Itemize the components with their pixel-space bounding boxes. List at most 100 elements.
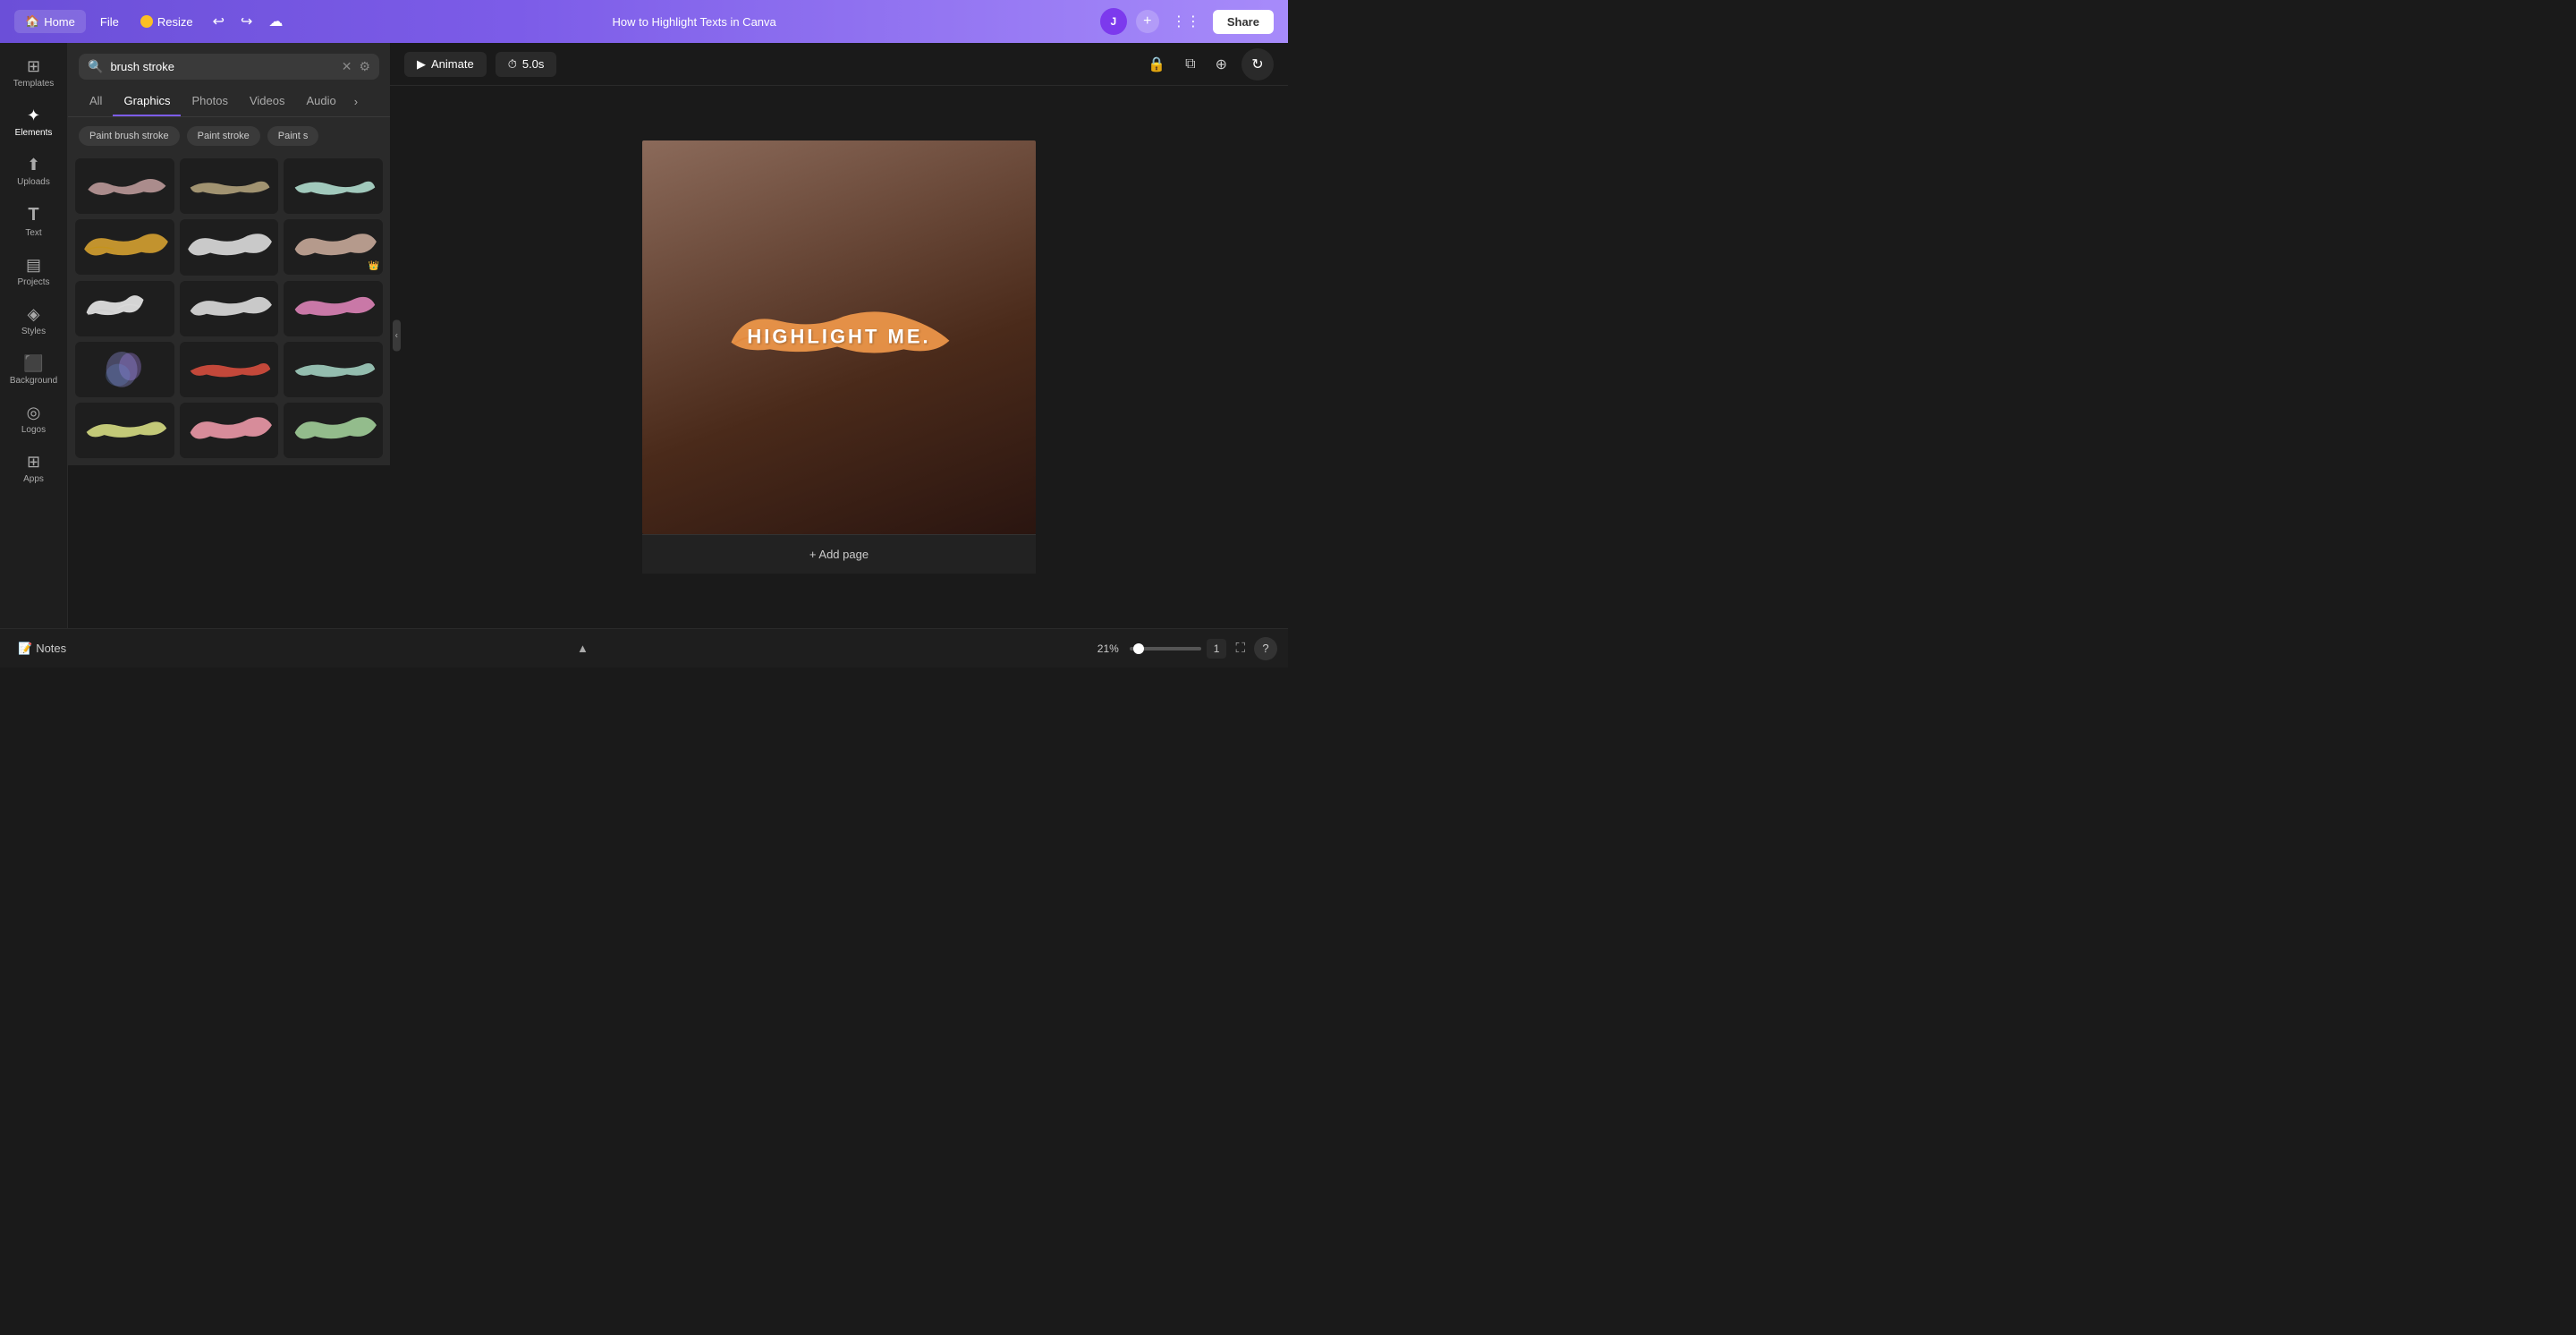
add-page-icon-button[interactable]: ⊕ <box>1210 52 1233 77</box>
sidebar-item-label: Apps <box>23 474 44 484</box>
search-input[interactable] <box>110 60 334 73</box>
background-icon: ⬛ <box>23 354 43 373</box>
brush-stroke-svg-9 <box>289 286 378 331</box>
cloud-save-button[interactable]: ☁ <box>263 9 288 34</box>
sidebar-item-text[interactable]: T Text <box>4 198 64 245</box>
avatar: J <box>1100 8 1127 35</box>
grid-item-2[interactable] <box>180 158 279 214</box>
styles-icon: ◈ <box>28 305 40 324</box>
lock-button[interactable]: 🔒 <box>1142 52 1171 77</box>
sidebar-item-label: Templates <box>13 79 55 89</box>
grid-item-7[interactable] <box>75 281 174 336</box>
canvas-toolbar-right: 🔒 ⧉ ⊕ ↻ <box>1142 48 1274 81</box>
grid-item-5[interactable] <box>180 219 279 275</box>
brush-stroke-svg-11 <box>184 353 274 386</box>
sidebar-item-projects[interactable]: ▤ Projects <box>4 249 64 294</box>
undo-redo-icons: ↩ ↪ ☁ <box>208 9 289 34</box>
invite-button[interactable]: + <box>1136 10 1159 33</box>
bottom-bar: 📝 Notes ▲ 21% 1 ⛶ ? <box>0 628 1288 668</box>
sidebar-item-background[interactable]: ⬛ Background <box>4 347 64 393</box>
home-button[interactable]: 🏠 Home <box>14 10 86 33</box>
tab-videos[interactable]: Videos <box>239 87 296 116</box>
home-label: Home <box>44 15 75 29</box>
add-page-button[interactable]: + Add page <box>642 534 1036 574</box>
share-button[interactable]: Share <box>1213 10 1274 34</box>
animate-button[interactable]: ▶ Animate <box>404 52 487 77</box>
sidebar-item-logos[interactable]: ◎ Logos <box>4 396 64 442</box>
sidebar-item-label: Uploads <box>17 177 50 187</box>
grid-item-4[interactable] <box>75 219 174 275</box>
brush-stroke-svg-15 <box>289 408 378 453</box>
tab-photos[interactable]: Photos <box>181 87 238 116</box>
sidebar-item-styles[interactable]: ◈ Styles <box>4 298 64 344</box>
topbar: 🏠 Home File Resize ↩ ↪ ☁ How to Highligh… <box>0 0 1288 43</box>
tag-pill-paint-stroke[interactable]: Paint stroke <box>187 126 260 146</box>
grid-item-15[interactable] <box>284 403 383 458</box>
brush-stroke-svg-1 <box>80 166 170 206</box>
tab-audio[interactable]: Audio <box>295 87 346 116</box>
help-button[interactable]: ? <box>1254 637 1277 660</box>
grid-item-8[interactable] <box>180 281 279 336</box>
search-panel: 🔍 ✕ ⚙ All Graphics Photos Videos <box>68 43 390 465</box>
tag-pill-paint-s[interactable]: Paint s <box>267 126 319 146</box>
tab-all[interactable]: All <box>79 87 113 116</box>
timer-button[interactable]: ⏱ 5.0s <box>496 52 557 77</box>
grid-item-14[interactable] <box>180 403 279 458</box>
brush-stroke-svg-2 <box>184 166 274 206</box>
document-title: How to Highlight Texts in Canva <box>612 15 775 29</box>
zoom-slider[interactable] <box>1130 647 1201 650</box>
file-label: File <box>100 15 119 29</box>
sidebar-item-templates[interactable]: ⊞ Templates <box>4 50 64 96</box>
grid-item-11[interactable] <box>180 342 279 397</box>
zoom-controls: 21% <box>1092 642 1201 655</box>
hide-panel-button[interactable]: ‹ <box>393 320 401 352</box>
bottom-center: ▲ <box>573 638 592 659</box>
canvas-slide[interactable]: HIGHLIGHT ME. <box>642 140 1036 534</box>
filter-button[interactable]: ⚙ <box>359 59 370 74</box>
sidebar-item-label: Styles <box>21 327 46 336</box>
grid-item-9[interactable] <box>284 281 383 336</box>
grid-item-13[interactable] <box>75 403 174 458</box>
grid-item-12[interactable] <box>284 342 383 397</box>
canvas-viewport: HIGHLIGHT ME. + Add page <box>390 86 1288 628</box>
grid-view-button[interactable]: ⋮⋮ <box>1168 9 1204 34</box>
clear-search-button[interactable]: ✕ <box>342 59 352 74</box>
redo-button[interactable]: ↪ <box>235 9 258 34</box>
animate-icon: ▶ <box>417 57 426 72</box>
results-grid: 👑 <box>68 155 390 465</box>
topbar-left: 🏠 Home File Resize ↩ ↪ ☁ <box>14 9 288 34</box>
brush-stroke-svg-6 <box>289 225 378 269</box>
uploads-icon: ⬆ <box>27 156 40 174</box>
duplicate-button[interactable]: ⧉ <box>1180 53 1200 76</box>
notes-label: Notes <box>36 642 66 655</box>
tag-pill-paint-brush-stroke[interactable]: Paint brush stroke <box>79 126 180 146</box>
grid-item-6[interactable]: 👑 <box>284 219 383 275</box>
show-pages-button[interactable]: ▲ <box>573 638 592 659</box>
sidebar-item-elements[interactable]: ✦ Elements <box>4 99 64 145</box>
fullscreen-button[interactable]: ⛶ <box>1232 637 1249 659</box>
brush-stroke-svg-12 <box>289 353 378 386</box>
brush-stroke-svg-4 <box>80 225 170 269</box>
elements-icon: ✦ <box>27 106 40 125</box>
sidebar-nav: ⊞ Templates ✦ Elements ⬆ Uploads T Text … <box>0 43 68 628</box>
grid-item-3[interactable] <box>284 158 383 214</box>
refresh-button[interactable]: ↻ <box>1241 48 1274 81</box>
canvas-area: ▶ Animate ⏱ 5.0s 🔒 ⧉ ⊕ ↻ <box>390 43 1288 628</box>
tab-more-button[interactable]: › <box>347 88 365 115</box>
resize-button[interactable]: Resize <box>133 11 200 33</box>
tag-pills: Paint brush stroke Paint stroke Paint s <box>68 117 390 155</box>
page-indicator[interactable]: 1 <box>1207 639 1227 659</box>
sidebar-item-uploads[interactable]: ⬆ Uploads <box>4 149 64 194</box>
grid-item-1[interactable] <box>75 158 174 214</box>
sidebar-item-apps[interactable]: ⊞ Apps <box>4 446 64 491</box>
resize-dot <box>140 15 153 28</box>
tab-graphics[interactable]: Graphics <box>113 87 181 116</box>
file-button[interactable]: File <box>93 11 126 33</box>
canvas-toolbar: ▶ Animate ⏱ 5.0s 🔒 ⧉ ⊕ ↻ <box>390 43 1288 86</box>
undo-button[interactable]: ↩ <box>208 9 230 34</box>
bottom-right: 21% 1 ⛶ ? <box>1092 637 1277 660</box>
grid-item-10[interactable] <box>75 342 174 397</box>
brush-stroke-svg-13 <box>80 411 170 450</box>
notes-button[interactable]: 📝 Notes <box>11 638 73 659</box>
sidebar-item-label: Elements <box>15 128 53 138</box>
